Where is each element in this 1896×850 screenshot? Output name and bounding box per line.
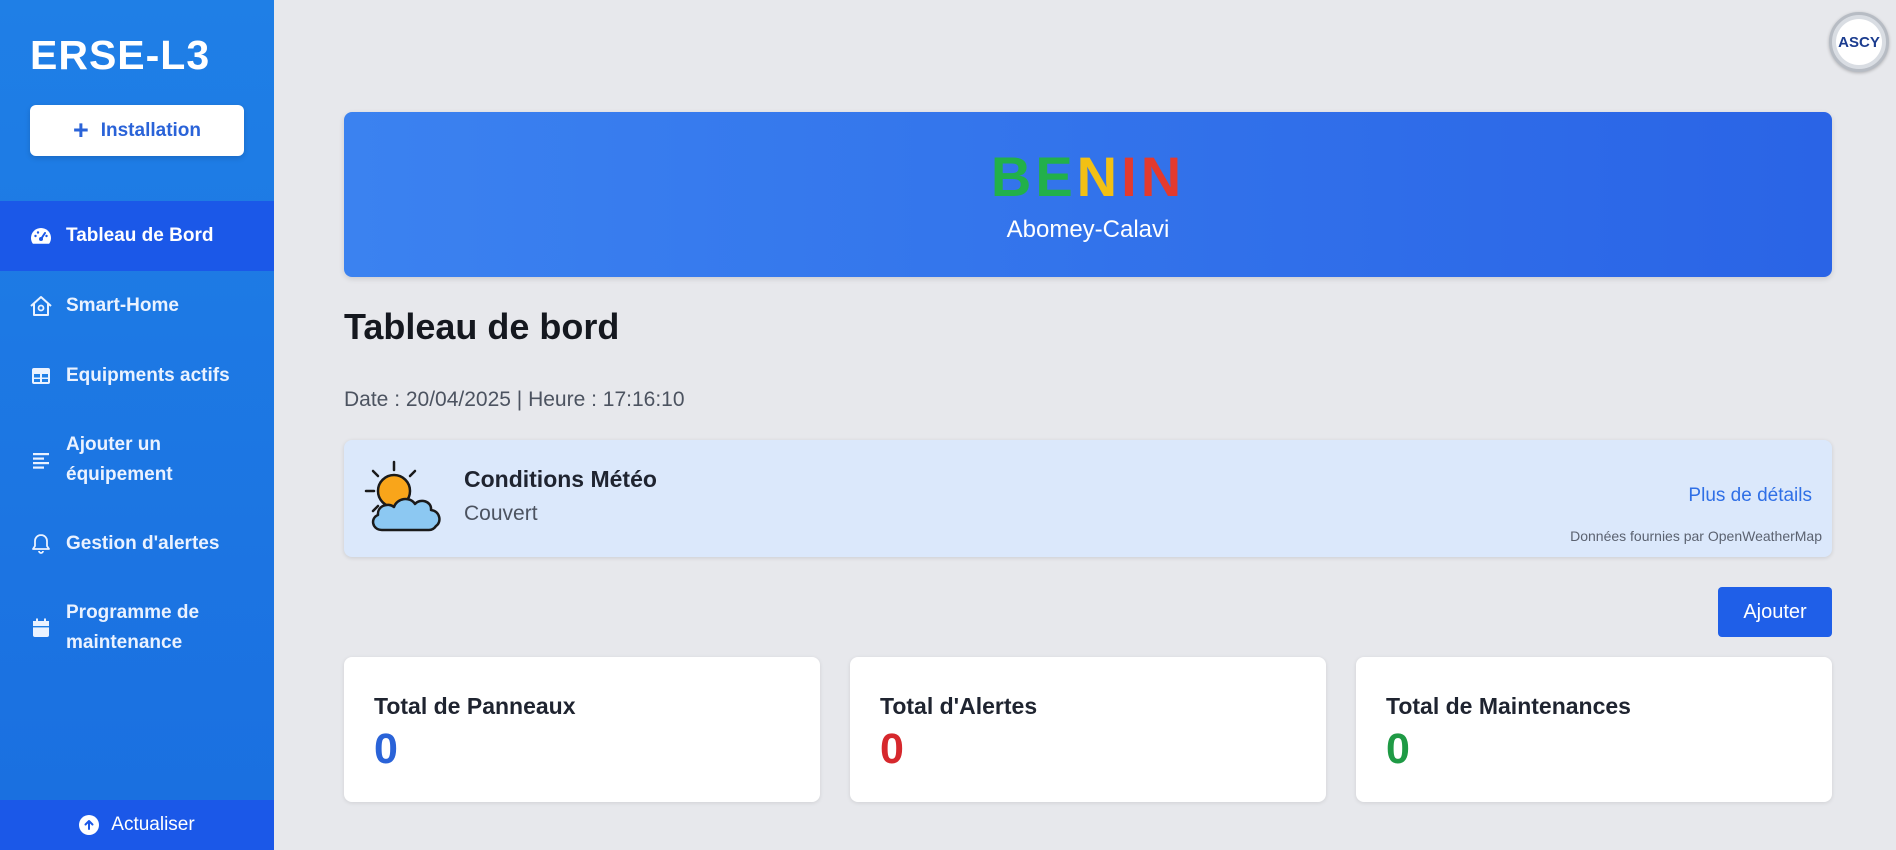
- stat-card-panneaux: Total de Panneaux 0: [344, 657, 820, 802]
- add-button[interactable]: Ajouter: [1718, 587, 1832, 637]
- sidebar-item-label: Gestion d'alertes: [66, 533, 220, 554]
- brand-title: ERSE-L3: [30, 32, 211, 78]
- weather-title: Conditions Météo: [464, 466, 657, 492]
- sidebar-item-label: Equipments actifs: [66, 365, 230, 386]
- country-letter: E: [1035, 145, 1077, 208]
- installation-button[interactable]: + Installation: [30, 105, 244, 156]
- date-time: Date : 20/04/2025 | Heure : 17:16:10: [344, 388, 685, 411]
- stat-title: Total de Maintenances: [1386, 693, 1631, 719]
- page-title: Tableau de bord: [344, 306, 620, 347]
- table-icon: [28, 363, 54, 389]
- calendar-icon: [28, 615, 54, 641]
- arrow-up-circle-icon: [79, 815, 100, 835]
- stat-card-alertes: Total d'Alertes 0: [850, 657, 1326, 802]
- sidebar-item-equipments-actifs[interactable]: Equipments actifs: [0, 341, 274, 411]
- sidebar-nav: Tableau de Bord Smart-Home Equipments ac…: [0, 201, 274, 677]
- avatar-logo: ASCY: [1836, 19, 1882, 65]
- sidebar-item-gestion-alertes[interactable]: Gestion d'alertes: [0, 509, 274, 579]
- sidebar: ERSE-L3 + Installation Tableau de Bord S…: [0, 0, 274, 850]
- weather-details-link[interactable]: Plus de détails: [1688, 485, 1812, 507]
- sidebar-item-label: Programme de maintenance: [66, 602, 200, 653]
- sidebar-item-label: Smart-Home: [66, 295, 179, 316]
- list-icon: [28, 447, 54, 473]
- sidebar-item-smart-home[interactable]: Smart-Home: [0, 271, 274, 341]
- house-icon: [28, 293, 54, 319]
- stat-title: Total d'Alertes: [880, 693, 1038, 719]
- partly-cloudy-icon: [364, 460, 446, 536]
- refresh-button[interactable]: Actualiser: [0, 800, 274, 850]
- plus-icon: +: [72, 115, 89, 145]
- refresh-label: Actualiser: [111, 814, 195, 835]
- stat-value: 0: [374, 725, 398, 773]
- installation-label: Installation: [100, 119, 202, 141]
- country-letter: I: [1121, 145, 1141, 208]
- country-name: BENIN: [344, 144, 1832, 209]
- stat-value: 0: [1386, 725, 1410, 773]
- country-letter: N: [1076, 145, 1122, 208]
- sidebar-item-label: Ajouter un équipement: [66, 434, 173, 485]
- bell-icon: [28, 531, 54, 557]
- sidebar-item-programme-maintenance[interactable]: Programme de maintenance: [0, 579, 274, 677]
- sidebar-item-ajouter-equipement[interactable]: Ajouter un équipement: [0, 411, 274, 509]
- stat-card-maintenances: Total de Maintenances 0: [1356, 657, 1832, 802]
- city-name: Abomey-Calavi: [1006, 216, 1170, 243]
- country-letter: N: [1140, 145, 1186, 208]
- weather-source: Données fournies par OpenWeatherMap: [1570, 528, 1822, 544]
- sidebar-item-label: Tableau de Bord: [66, 225, 214, 246]
- stat-title: Total de Panneaux: [374, 693, 576, 719]
- stat-value: 0: [880, 725, 904, 773]
- location-banner: BENIN Abomey-Calavi: [344, 112, 1832, 277]
- weather-description: Couvert: [464, 502, 538, 525]
- country-letter: B: [990, 145, 1036, 208]
- sidebar-item-tableau-de-bord[interactable]: Tableau de Bord: [0, 201, 274, 271]
- avatar[interactable]: ASCY: [1829, 12, 1889, 72]
- weather-card: Conditions Météo Couvert Plus de détails…: [344, 440, 1832, 557]
- gauge-icon: [28, 223, 54, 249]
